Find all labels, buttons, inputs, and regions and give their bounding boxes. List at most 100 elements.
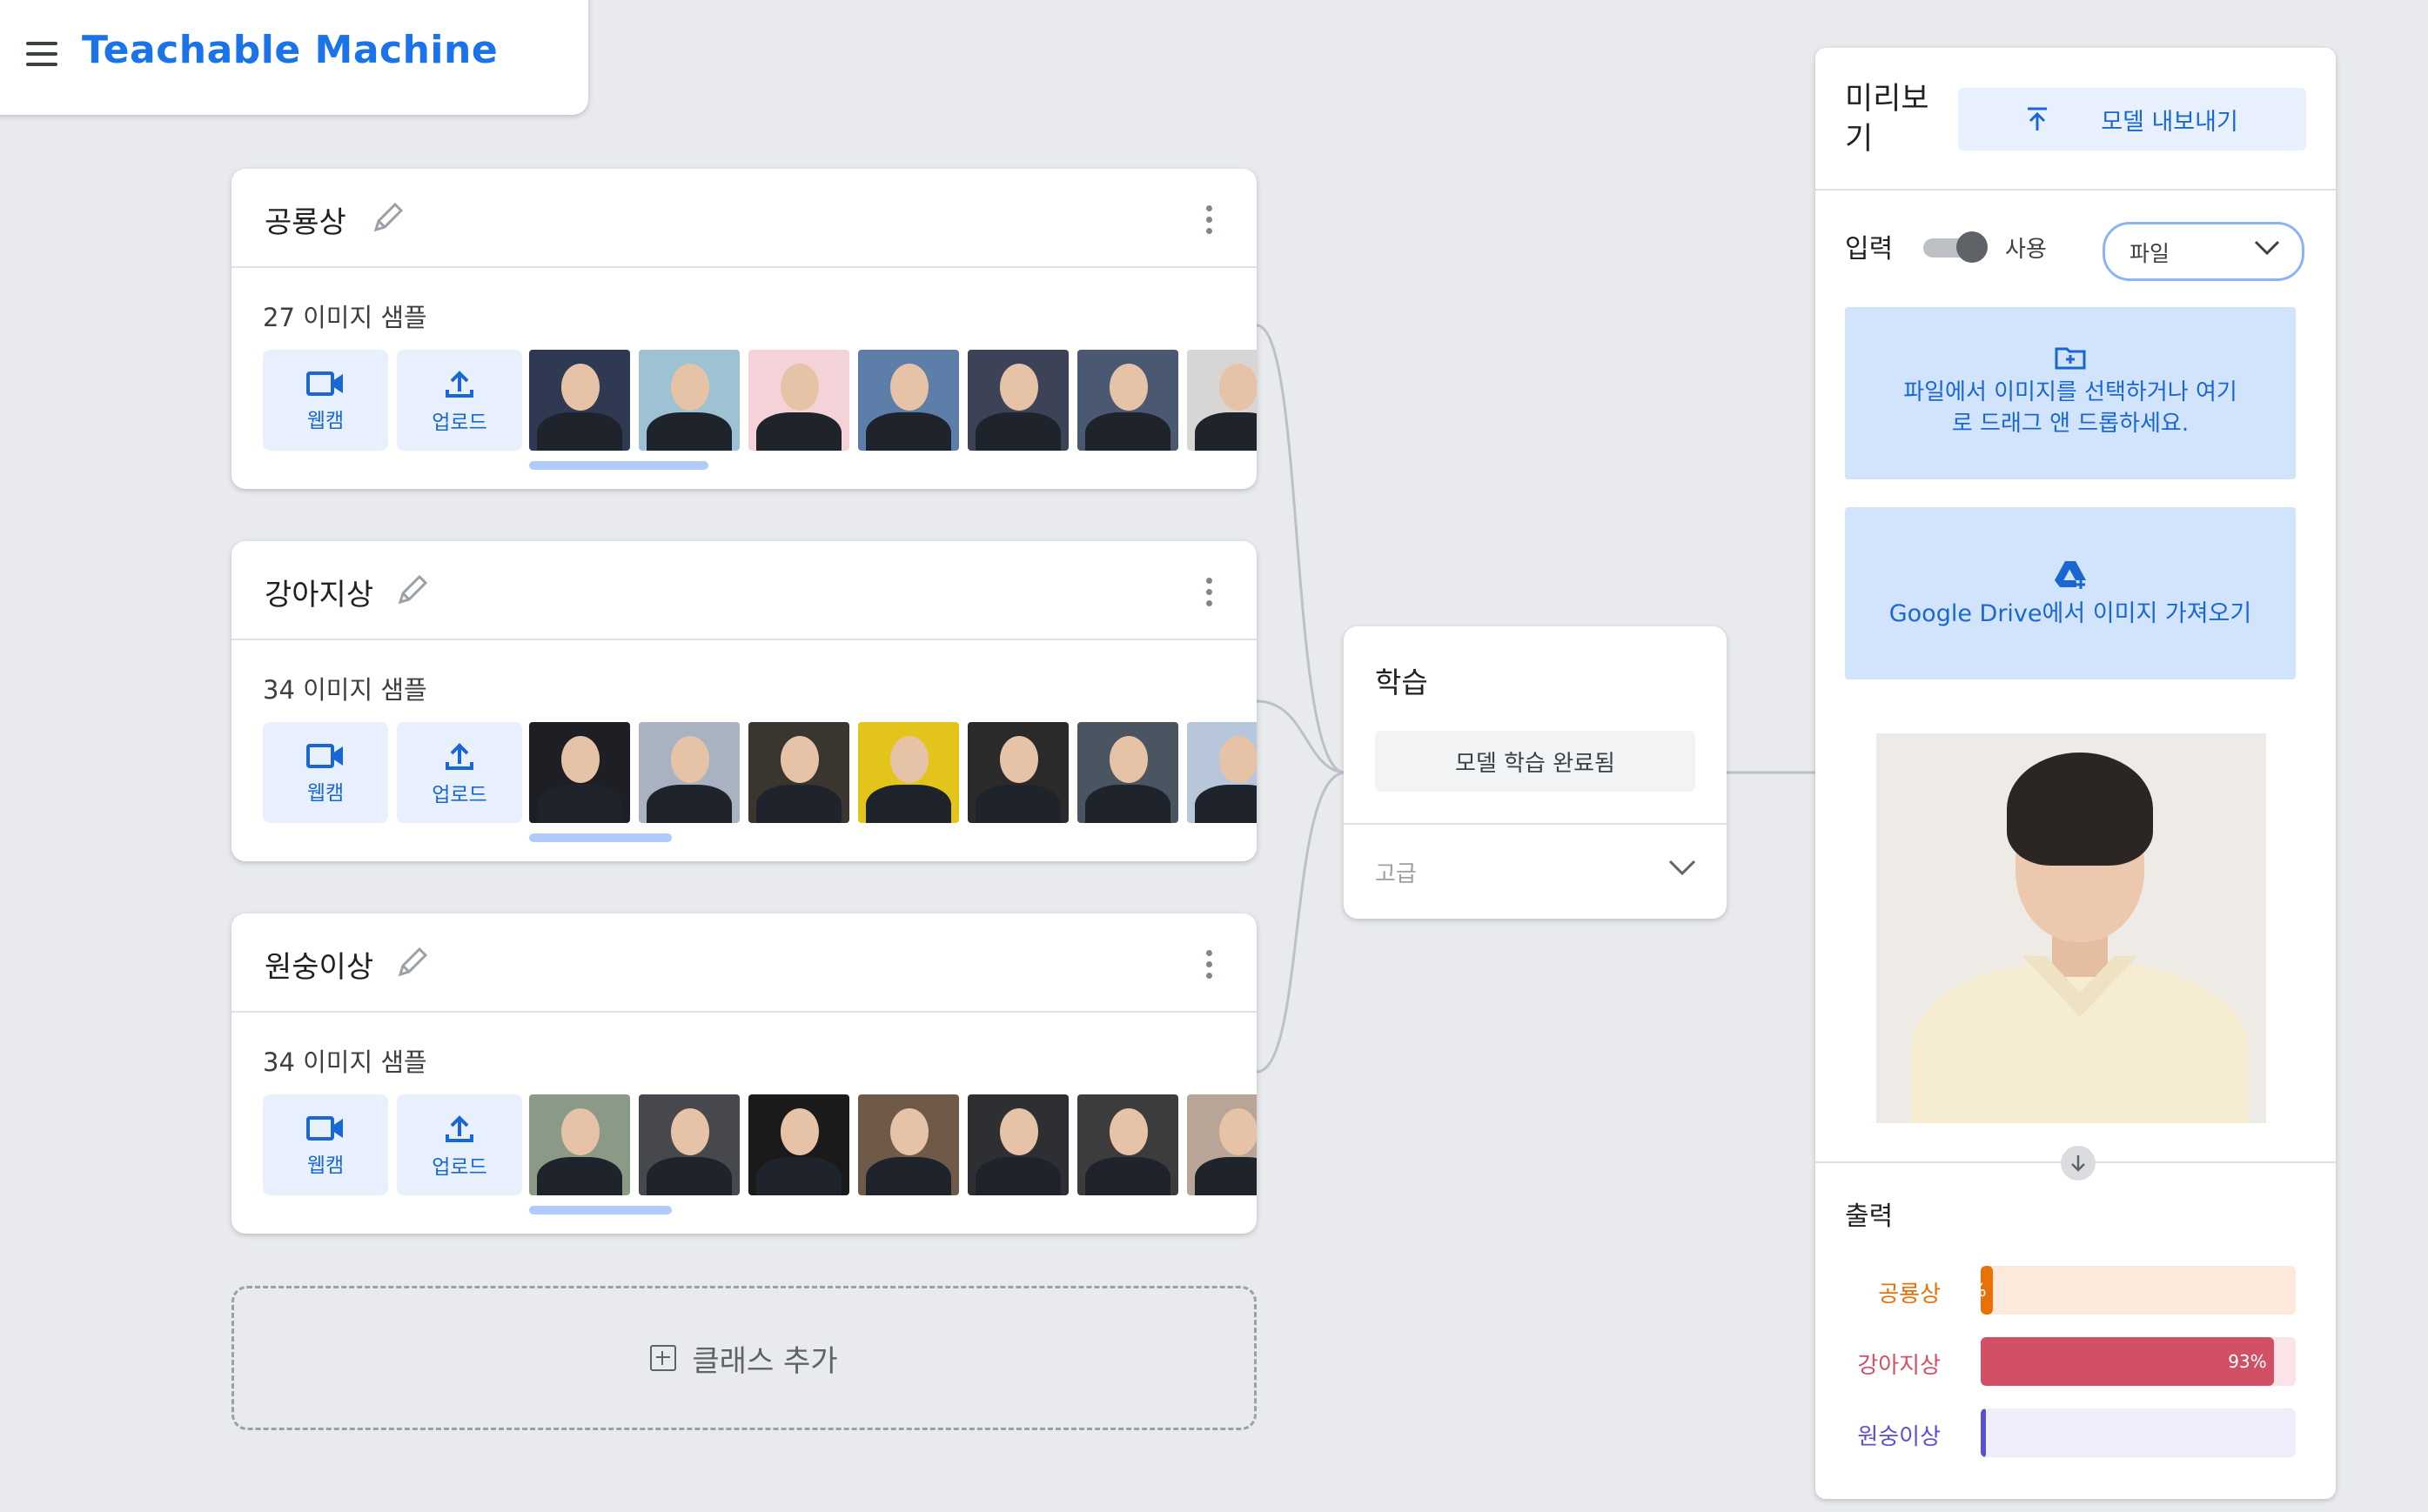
class-card: 원숭이상 34 이미지 샘플 웹캠 업로드 (231, 913, 1257, 1234)
add-class-button[interactable]: 클래스 추가 (231, 1286, 1257, 1430)
chevron-down-icon (2254, 240, 2280, 256)
sample-thumbnail[interactable] (1187, 350, 1257, 451)
sample-count: 27 이미지 샘플 (263, 303, 427, 332)
upload-button[interactable]: 업로드 (397, 350, 522, 451)
class-name[interactable]: 공룡상 (265, 198, 346, 241)
videocam-icon (306, 371, 343, 396)
confidence-bar: 93% (1981, 1337, 2296, 1386)
sample-thumbnail[interactable] (748, 1094, 849, 1195)
videocam-icon (306, 1116, 343, 1141)
sample-thumbnail[interactable] (1077, 1094, 1178, 1195)
sample-thumbnail[interactable] (529, 1094, 630, 1195)
export-model-button[interactable]: 모델 내보내기 (1958, 88, 2306, 151)
sample-thumbnail[interactable] (968, 1094, 1069, 1195)
drop-zone-text: 파일에서 이미지를 선택하거나 여기로 드래그 앤 드롭하세요. (1903, 379, 2237, 437)
confidence-percent: 93% (2228, 1351, 2267, 1372)
preview-image (1876, 733, 2266, 1123)
sample-thumbnail[interactable] (748, 722, 849, 823)
upload-button[interactable]: 업로드 (397, 722, 522, 823)
sample-thumbnail[interactable] (968, 350, 1069, 451)
divider (231, 1011, 1257, 1013)
upload-icon (2028, 107, 2048, 130)
input-toggle[interactable] (1923, 231, 1988, 263)
add-class-label: 클래스 추가 (692, 1343, 838, 1379)
toggle-label: 사용 (2005, 237, 2047, 263)
preview-title: 미리보기 (1845, 82, 1929, 157)
sample-thumbnail[interactable] (639, 350, 740, 451)
sample-thumbnail[interactable] (968, 722, 1069, 823)
confidence-bar (1981, 1408, 2296, 1457)
thumbnail-scrollbar[interactable] (529, 461, 708, 470)
class-card: 공룡상 27 이미지 샘플 웹캠 업로드 (231, 169, 1257, 489)
divider (231, 639, 1257, 640)
webcam-button[interactable]: 웹캠 (263, 350, 388, 451)
folder-add-icon (2055, 347, 2086, 370)
output-row: 공룡상 % (1815, 1266, 2336, 1318)
more-vert-icon[interactable] (1206, 205, 1213, 235)
webcam-label: 웹캠 (306, 782, 345, 805)
class-name[interactable]: 원숭이상 (265, 943, 373, 986)
sample-thumbnail[interactable] (1077, 350, 1178, 451)
confidence-fill (1981, 1408, 1986, 1457)
more-vert-icon[interactable] (1206, 950, 1213, 980)
input-source-select[interactable]: 파일 (2103, 222, 2304, 281)
chevron-down-icon[interactable] (1667, 858, 1697, 877)
output-row: 강아지상 93% (1815, 1337, 2336, 1389)
sample-thumbnail[interactable] (858, 722, 959, 823)
pencil-icon[interactable] (395, 572, 430, 607)
file-drop-zone[interactable]: 파일에서 이미지를 선택하거나 여기로 드래그 앤 드롭하세요. (1845, 307, 2296, 479)
sample-thumbnails (529, 722, 1257, 823)
confidence-percent: % (1981, 1280, 1986, 1301)
sample-thumbnail[interactable] (529, 722, 630, 823)
videocam-icon (306, 744, 343, 768)
sample-thumbnail[interactable] (858, 1094, 959, 1195)
webcam-button[interactable]: 웹캠 (263, 1094, 388, 1195)
upload-label: 업로드 (432, 411, 487, 434)
confidence-fill: % (1981, 1266, 1994, 1315)
sample-thumbnail[interactable] (1187, 1094, 1257, 1195)
webcam-label: 웹캠 (306, 410, 345, 432)
output-label: 출력 (1845, 1201, 1894, 1232)
class-name[interactable]: 강아지상 (265, 571, 373, 613)
sample-thumbnail[interactable] (529, 350, 630, 451)
sample-thumbnail[interactable] (858, 350, 959, 451)
more-vert-icon[interactable] (1206, 578, 1213, 607)
upload-icon (446, 743, 473, 770)
output-class-name: 강아지상 (1857, 1353, 1941, 1379)
divider (1344, 823, 1727, 825)
training-title: 학습 (1375, 666, 1428, 699)
pencil-icon[interactable] (371, 200, 406, 235)
menu-icon[interactable] (26, 42, 57, 68)
export-model-label: 모델 내보내기 (2101, 108, 2238, 136)
sample-thumbnail[interactable] (639, 1094, 740, 1195)
divider (1815, 189, 2336, 191)
output-class-name: 공룡상 (1878, 1281, 1941, 1308)
upload-label: 업로드 (432, 1156, 487, 1179)
upload-button[interactable]: 업로드 (397, 1094, 522, 1195)
google-drive-button[interactable]: Google Drive에서 이미지 가져오기 (1845, 507, 2296, 679)
input-source-value: 파일 (2130, 241, 2170, 266)
sample-thumbnail[interactable] (639, 722, 740, 823)
sample-thumbnail[interactable] (748, 350, 849, 451)
train-model-button[interactable]: 모델 학습 완료됨 (1375, 731, 1695, 792)
sample-count: 34 이미지 샘플 (263, 675, 427, 705)
sample-thumbnails (529, 1094, 1257, 1195)
input-label: 입력 (1845, 234, 1894, 264)
app-title[interactable]: Teachable Machine (82, 28, 498, 72)
thumbnail-scrollbar[interactable] (529, 1206, 672, 1214)
sample-thumbnail[interactable] (1077, 722, 1178, 823)
sample-thumbnail[interactable] (1187, 722, 1257, 823)
output-row: 원숭이상 (1815, 1408, 2336, 1461)
advanced-label[interactable]: 고급 (1375, 856, 1417, 888)
thumbnail-scrollbar[interactable] (529, 833, 672, 842)
confidence-fill: 93% (1981, 1337, 2274, 1386)
pencil-icon[interactable] (395, 945, 430, 980)
add-box-icon (650, 1345, 677, 1371)
output-class-name: 원숭이상 (1857, 1424, 1941, 1450)
webcam-button[interactable]: 웹캠 (263, 722, 388, 823)
upload-icon (446, 371, 473, 398)
confidence-bar: % (1981, 1266, 2296, 1315)
sample-count: 34 이미지 샘플 (263, 1047, 427, 1077)
training-card: 학습 모델 학습 완료됨 고급 (1344, 626, 1727, 919)
divider (231, 266, 1257, 268)
